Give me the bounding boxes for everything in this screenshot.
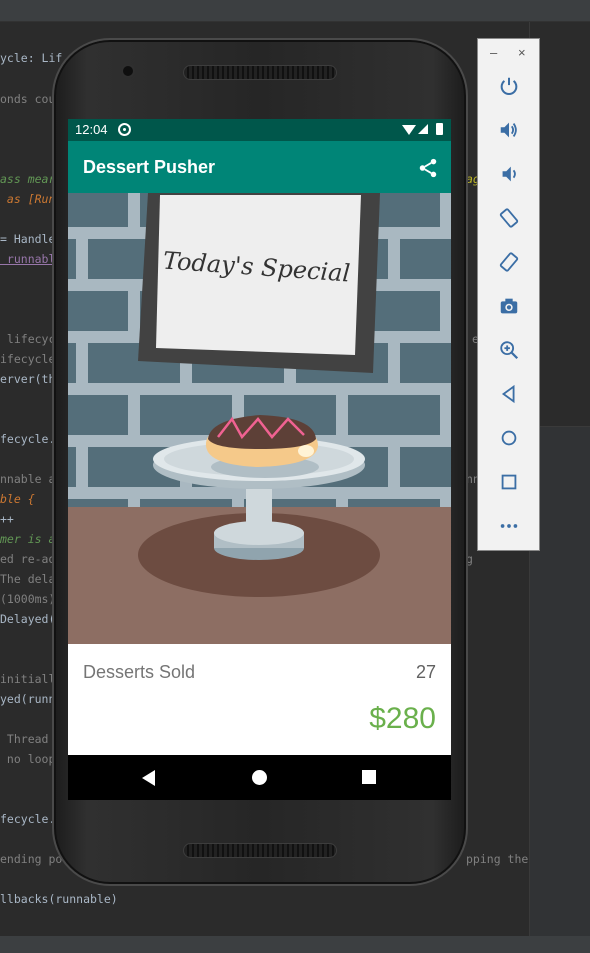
code-line: mer is a	[0, 532, 56, 546]
code-line: lifecyc	[0, 332, 56, 346]
code-line: pping the	[466, 852, 529, 866]
rotate-left-button[interactable]	[494, 203, 524, 233]
brick	[68, 193, 128, 227]
ide-title-bar	[0, 0, 590, 22]
code-line: ifecycle	[0, 352, 56, 366]
zoom-button[interactable]	[494, 335, 524, 365]
code-line: ending po	[0, 852, 63, 866]
code-line: = Handle	[0, 232, 56, 246]
nav-back-button[interactable]	[124, 755, 174, 800]
top-speaker	[183, 65, 337, 80]
specials-sign: Today's Special	[138, 193, 380, 373]
android-nav-bar	[68, 755, 451, 800]
back-icon	[501, 384, 515, 404]
share-icon[interactable]	[417, 157, 439, 179]
more-icon	[500, 524, 518, 528]
brick	[400, 343, 451, 383]
front-camera	[121, 64, 135, 78]
camera-icon	[500, 298, 518, 314]
device-screen[interactable]: 12:04 Dessert Pusher Today's Special Des…	[68, 119, 451, 800]
brick	[348, 395, 440, 435]
more-button[interactable]	[494, 511, 524, 541]
nav-home-button[interactable]	[234, 755, 284, 800]
volume-up-button[interactable]	[494, 115, 524, 145]
app-bar: Dessert Pusher	[68, 141, 451, 193]
signal-icon	[418, 124, 428, 134]
brick	[68, 447, 76, 487]
overview-icon	[501, 474, 517, 490]
code-line: no loop	[0, 752, 56, 766]
home-icon	[501, 430, 517, 446]
status-time: 12:04	[75, 122, 108, 137]
power-button[interactable]	[494, 71, 524, 101]
code-line: ble {	[0, 492, 35, 506]
code-line: Thread	[0, 732, 49, 746]
volume-down-button[interactable]	[494, 159, 524, 189]
home-button[interactable]	[494, 423, 524, 453]
minimize-button[interactable]: –	[490, 45, 497, 60]
code-line: ++	[0, 512, 14, 526]
wifi-icon	[402, 125, 416, 135]
overview-button[interactable]	[494, 467, 524, 497]
power-icon	[500, 77, 518, 95]
rotate-right-icon	[499, 252, 519, 272]
code-line: ed re-ad	[0, 552, 56, 566]
sales-card: Desserts Sold 27 $280	[68, 644, 451, 755]
code-line: (1000ms)	[0, 592, 56, 606]
brick	[400, 239, 451, 279]
code-line: The dela	[0, 572, 56, 586]
dessert-scene: Today's Special	[68, 193, 451, 644]
brick	[68, 343, 76, 383]
sync-icon	[118, 123, 131, 136]
code-line: nnable a	[0, 472, 56, 486]
code-line: ycle: Lif	[0, 51, 63, 65]
bottom-speaker	[183, 843, 337, 858]
brick	[68, 239, 76, 279]
code-line: onds cou	[0, 92, 56, 106]
nav-recents-button[interactable]	[344, 755, 394, 800]
code-line: as [Run	[0, 192, 56, 206]
code-line: yed(runn	[0, 692, 56, 706]
eclair-dessert	[205, 415, 319, 478]
brick	[68, 291, 128, 331]
battery-icon	[436, 123, 443, 135]
desserts-sold-count: 27	[415, 662, 436, 682]
volume-down-icon	[502, 166, 516, 182]
code-line: runnabl	[0, 252, 56, 266]
code-line: ass mear	[0, 172, 56, 186]
close-button[interactable]: ×	[518, 45, 526, 60]
volume-up-icon	[500, 122, 517, 138]
brick	[68, 395, 128, 435]
rotate-left-icon	[499, 208, 519, 228]
brick	[400, 447, 451, 487]
ide-status-bar	[0, 936, 590, 953]
screenshot-button[interactable]	[494, 291, 524, 321]
code-line: fecycle.	[0, 812, 56, 826]
rotate-right-button[interactable]	[494, 247, 524, 277]
app-title: Dessert Pusher	[83, 157, 216, 177]
emulator-toolbar: – ×	[477, 38, 540, 551]
code-line: llbacks(runnable)	[0, 892, 118, 906]
code-line: erver(th	[0, 372, 56, 386]
code-line: initiall	[0, 672, 56, 686]
back-button[interactable]	[494, 379, 524, 409]
code-line: fecycle.	[0, 432, 56, 446]
desserts-sold-label: Desserts Sold	[83, 662, 196, 682]
revenue-amount: $280	[369, 702, 436, 735]
zoom-icon	[500, 341, 519, 360]
status-bar: 12:04	[68, 119, 451, 141]
code-line: Delayed(	[0, 612, 56, 626]
